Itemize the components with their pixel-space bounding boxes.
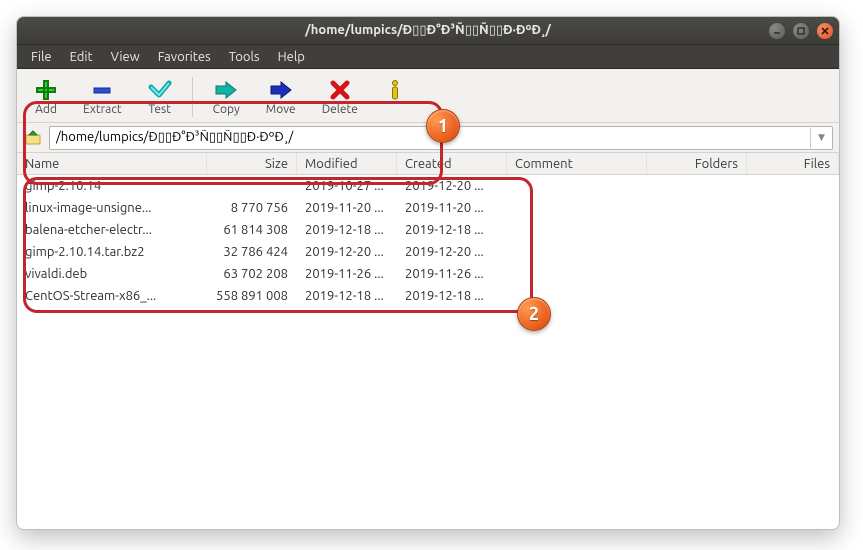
cell-files (747, 197, 839, 219)
cell-name: linux-image-unsigne... (17, 197, 207, 219)
cell-modified: 2019-12-18 ... (297, 219, 397, 241)
cell-files (747, 219, 839, 241)
cell-created: 2019-11-26 ... (397, 263, 507, 285)
cell-comment (507, 175, 647, 197)
toolbar-separator (192, 77, 193, 117)
menu-edit[interactable]: Edit (62, 48, 101, 66)
col-name[interactable]: Name (17, 153, 207, 174)
menu-help[interactable]: Help (270, 48, 313, 66)
file-table: Name Size Modified Created Comment Folde… (17, 153, 839, 529)
test-label: Test (148, 103, 171, 116)
cell-created: 2019-12-18 ... (397, 285, 507, 307)
cell-size: 61 814 308 (207, 219, 297, 241)
cell-modified: 2019-11-26 ... (297, 263, 397, 285)
minus-icon (91, 77, 113, 103)
plus-icon (35, 77, 57, 103)
menu-view[interactable]: View (103, 48, 148, 66)
cell-size: 8 770 756 (207, 197, 297, 219)
cell-name: gimp-2.10.14.tar.bz2 (17, 241, 207, 263)
menu-favorites[interactable]: Favorites (150, 48, 219, 66)
cell-modified: 2019-11-20 ... (297, 197, 397, 219)
cell-name: gimp-2.10.14 (17, 175, 207, 197)
menu-tools[interactable]: Tools (221, 48, 268, 66)
cell-name: balena-etcher-electr... (17, 219, 207, 241)
add-label: Add (35, 103, 57, 116)
extract-label: Extract (83, 103, 122, 116)
table-row[interactable]: balena-etcher-electr...61 814 3082019-12… (17, 219, 839, 241)
table-row[interactable]: CentOS-Stream-x86_...558 891 0082019-12-… (17, 285, 839, 307)
arrow-right-blue-icon (269, 77, 293, 103)
maximize-button[interactable] (793, 23, 809, 39)
test-button[interactable]: Test (138, 75, 182, 118)
delete-button[interactable]: Delete (312, 75, 368, 118)
check-icon (148, 77, 172, 103)
cell-created: 2019-12-20 ... (397, 241, 507, 263)
minimize-button[interactable] (769, 23, 785, 39)
add-button[interactable]: Add (25, 75, 67, 118)
location-dropdown-icon[interactable]: ▼ (810, 126, 832, 150)
x-icon (330, 77, 350, 103)
cell-size: 32 786 424 (207, 241, 297, 263)
folder-up-icon[interactable] (23, 128, 43, 148)
toolbar: Add Extract Test Copy Move (17, 69, 839, 123)
col-modified[interactable]: Modified (297, 153, 397, 174)
cell-comment (507, 219, 647, 241)
titlebar[interactable]: /home/lumpics/Ð▯▯Ð°Ð³Ñ▯▯Ñ▯▯Ð·ÐºÐ¸/ (17, 17, 839, 45)
move-label: Move (266, 103, 296, 116)
move-button[interactable]: Move (256, 75, 306, 118)
copy-button[interactable]: Copy (203, 75, 250, 118)
cell-folders (647, 241, 747, 263)
location-bar: ▼ (17, 123, 839, 153)
cell-created: 2019-11-20 ... (397, 197, 507, 219)
cell-size: 63 702 208 (207, 263, 297, 285)
window-controls (769, 23, 833, 39)
info-button[interactable]: Info (374, 75, 416, 118)
cell-modified: 2019-12-20 ... (297, 241, 397, 263)
cell-size: 558 891 008 (207, 285, 297, 307)
cell-folders (647, 175, 747, 197)
window-title: /home/lumpics/Ð▯▯Ð°Ð³Ñ▯▯Ñ▯▯Ð·ÐºÐ¸/ (305, 23, 551, 38)
cell-comment (507, 285, 647, 307)
table-row[interactable]: gimp-2.10.14 2019-10-27 ...2019-12-20 ... (17, 175, 839, 197)
table-header: Name Size Modified Created Comment Folde… (17, 153, 839, 175)
delete-label: Delete (322, 103, 358, 116)
col-files[interactable]: Files (747, 153, 839, 174)
app-window: /home/lumpics/Ð▯▯Ð°Ð³Ñ▯▯Ñ▯▯Ð·ÐºÐ¸/ File … (16, 16, 840, 530)
cell-files (747, 175, 839, 197)
close-button[interactable] (817, 23, 833, 39)
location-input-wrap: ▼ (49, 126, 833, 150)
cell-files (747, 285, 839, 307)
cell-name: CentOS-Stream-x86_... (17, 285, 207, 307)
cell-modified: 2019-12-18 ... (297, 285, 397, 307)
menu-file[interactable]: File (23, 48, 60, 66)
cell-created: 2019-12-20 ... (397, 175, 507, 197)
col-comment[interactable]: Comment (507, 153, 647, 174)
arrow-right-teal-icon (214, 77, 238, 103)
cell-folders (647, 263, 747, 285)
cell-folders (647, 285, 747, 307)
cell-modified: 2019-10-27 ... (297, 175, 397, 197)
table-row[interactable]: gimp-2.10.14.tar.bz232 786 4242019-12-20… (17, 241, 839, 263)
location-input[interactable] (50, 129, 810, 147)
cell-name: vivaldi.deb (17, 263, 207, 285)
info-icon (386, 77, 404, 103)
cell-folders (647, 197, 747, 219)
cell-comment (507, 197, 647, 219)
col-created[interactable]: Created (397, 153, 507, 174)
col-size[interactable]: Size (207, 153, 297, 174)
cell-size (207, 175, 297, 197)
cell-comment (507, 241, 647, 263)
cell-comment (507, 263, 647, 285)
cell-files (747, 263, 839, 285)
table-row[interactable]: vivaldi.deb63 702 2082019-11-26 ...2019-… (17, 263, 839, 285)
menubar: File Edit View Favorites Tools Help (17, 45, 839, 69)
extract-button[interactable]: Extract (73, 75, 132, 118)
table-row[interactable]: linux-image-unsigne...8 770 7562019-11-2… (17, 197, 839, 219)
cell-created: 2019-12-18 ... (397, 219, 507, 241)
cell-folders (647, 219, 747, 241)
cell-files (747, 241, 839, 263)
copy-label: Copy (213, 103, 240, 116)
col-folders[interactable]: Folders (647, 153, 747, 174)
table-body: gimp-2.10.142019-10-27 ...2019-12-20 ...… (17, 175, 839, 307)
